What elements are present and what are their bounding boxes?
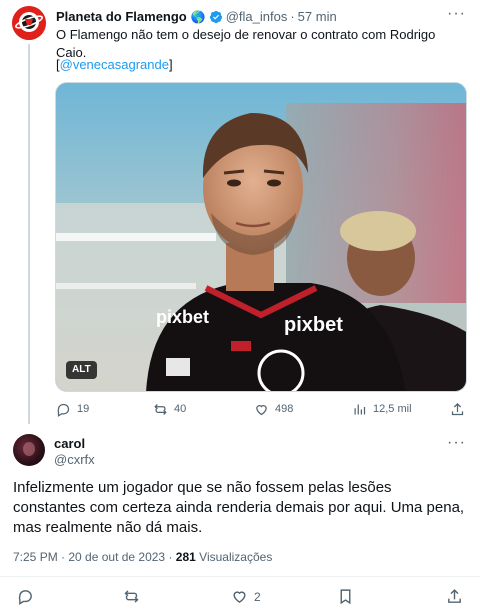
reply-text: Infelizmente um jogador que se não fosse… <box>13 479 465 536</box>
retweet-icon <box>124 590 139 603</box>
planet-logo-icon <box>12 6 46 40</box>
bookmark-button[interactable] <box>337 588 354 605</box>
parent-tweet[interactable]: Planeta do Flamengo 🌎 @fla_infos · 57 mi… <box>0 0 480 430</box>
heart-icon <box>256 404 267 415</box>
mention-link[interactable]: @venecasagrande <box>60 57 169 72</box>
retweet-button[interactable]: 40 <box>153 402 186 417</box>
like-button[interactable]: 2 <box>231 588 261 605</box>
share-icon <box>451 402 464 415</box>
reply-meta: 7:25 PM · 20 de out de 2023 · 281 Visual… <box>13 548 272 566</box>
views-label: Visualizações <box>199 550 273 564</box>
reply-icon <box>57 403 70 417</box>
more-options-icon[interactable]: ··· <box>447 6 466 22</box>
reply-count: 19 <box>77 403 90 415</box>
author-name[interactable]: Planeta do Flamengo <box>56 8 187 26</box>
retweet-button[interactable] <box>123 588 140 605</box>
retweet-count: 40 <box>174 403 187 415</box>
tweet-photo[interactable]: pixbet pixbet ALT <box>55 82 467 392</box>
reply-author-name[interactable]: carol <box>54 436 85 452</box>
more-options-icon[interactable]: ··· <box>447 434 466 452</box>
avatar[interactable] <box>12 6 46 40</box>
bookmark-icon <box>340 589 351 605</box>
thread-line <box>28 44 30 424</box>
reply-timestamp[interactable]: 7:25 PM · 20 de out de 2023 · <box>13 550 172 564</box>
svg-text:pixbet: pixbet <box>156 307 209 327</box>
reply-button[interactable] <box>17 588 34 605</box>
verified-badge-icon <box>209 10 222 24</box>
share-button[interactable] <box>446 588 463 605</box>
like-button[interactable]: 498 <box>254 402 293 417</box>
like-count: 498 <box>275 403 294 415</box>
share-button[interactable] <box>450 402 465 417</box>
heart-icon <box>233 591 246 603</box>
alt-text-badge[interactable]: ALT <box>66 361 97 379</box>
svg-text:pixbet: pixbet <box>284 314 343 336</box>
separator: · <box>290 9 295 24</box>
reply-actions: 2 <box>0 588 480 608</box>
views-count: 281 <box>175 550 196 564</box>
reply-icon <box>18 590 32 605</box>
bracket-close: ] <box>168 57 173 72</box>
reply-author-handle[interactable]: @cxrfx <box>54 452 95 468</box>
views-chart-icon <box>354 404 366 414</box>
views-count: 12,5 mil <box>373 403 412 415</box>
reply-button[interactable]: 19 <box>56 402 89 417</box>
tweet-header: Planeta do Flamengo 🌎 @fla_infos · 57 mi… <box>56 8 456 26</box>
divider <box>0 576 480 577</box>
tweet-time[interactable]: 57 min <box>298 8 337 26</box>
tweet-actions: 19 40 498 12,5 mil <box>56 400 466 418</box>
globe-icon: 🌎 <box>190 10 206 24</box>
views-button[interactable]: 12,5 mil <box>352 402 412 417</box>
player-photo: pixbet pixbet <box>56 83 466 391</box>
like-count: 2 <box>254 589 261 604</box>
author-handle[interactable]: @fla_infos <box>226 8 288 26</box>
source-mention: [@venecasagrande] <box>56 56 173 74</box>
retweet-icon <box>154 403 167 415</box>
share-icon <box>448 589 461 603</box>
avatar[interactable] <box>13 434 45 466</box>
